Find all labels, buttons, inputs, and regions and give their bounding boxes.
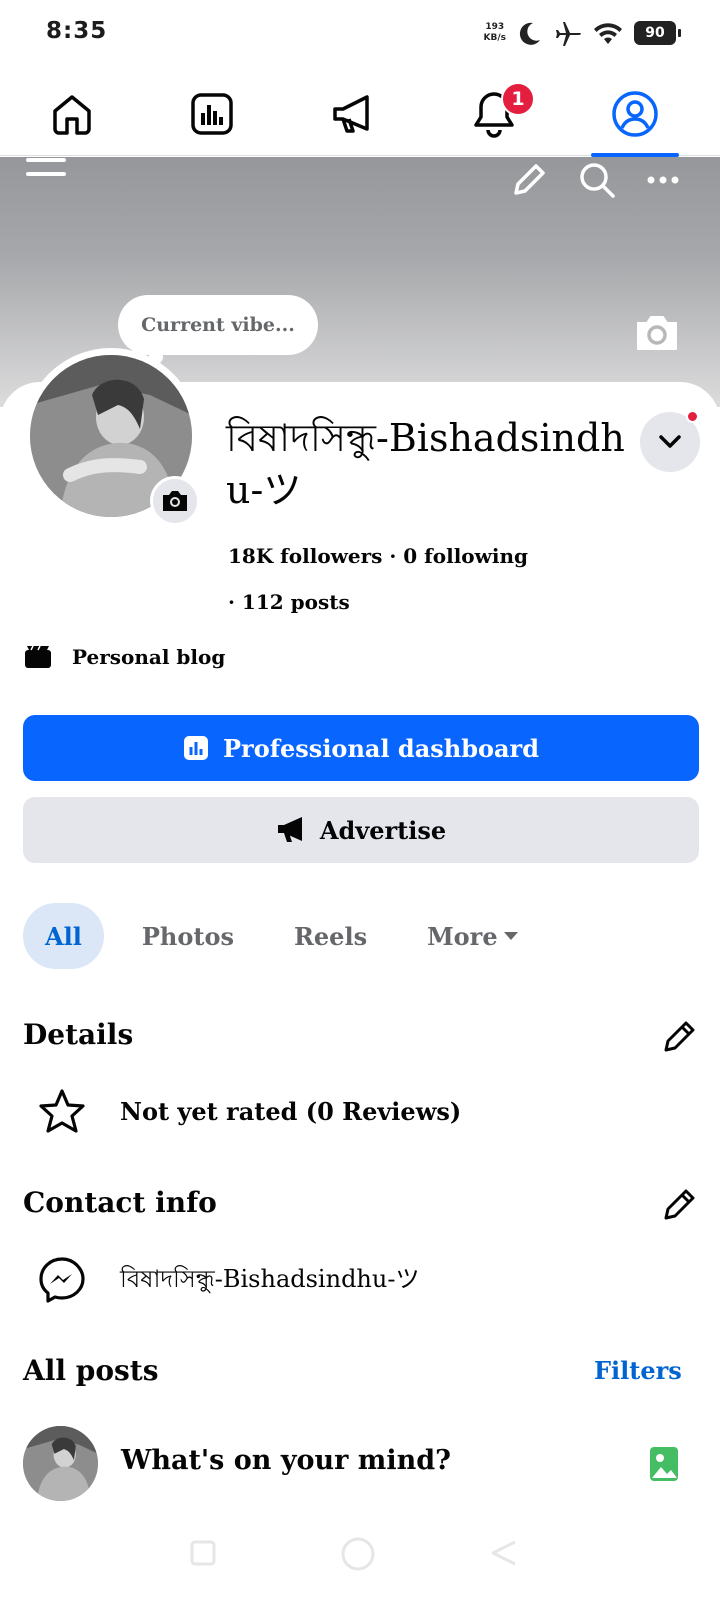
composer-input[interactable]: What's on your mind? xyxy=(121,1445,451,1476)
composer-avatar[interactable] xyxy=(23,1426,98,1501)
search-icon[interactable] xyxy=(578,161,616,199)
status-icons: 193 KB/s 90 xyxy=(483,16,681,50)
home-button-icon[interactable] xyxy=(340,1536,376,1572)
advertise-button[interactable]: Advertise xyxy=(23,797,699,863)
recents-icon[interactable] xyxy=(190,1540,216,1566)
followers-following[interactable]: 18K followers · 0 following xyxy=(228,533,528,579)
filters-link[interactable]: Filters xyxy=(594,1356,682,1385)
contact-info-title: Contact info xyxy=(23,1186,217,1219)
camera-icon xyxy=(163,491,187,511)
dropdown-alert-dot xyxy=(686,410,699,423)
wifi-icon xyxy=(594,23,622,44)
back-icon[interactable] xyxy=(490,1540,518,1566)
star-icon xyxy=(39,1089,85,1133)
avatar-photo xyxy=(23,1426,98,1501)
profile-name: বিষাদসিন্ধু-Bishadsindhu-ツ xyxy=(226,416,625,512)
nav-insights[interactable] xyxy=(162,72,262,156)
details-title: Details xyxy=(23,1018,134,1051)
pencil-icon[interactable] xyxy=(510,161,548,199)
rating-text: Not yet rated (0 Reviews) xyxy=(120,1096,462,1126)
menu-icon[interactable] xyxy=(26,157,66,179)
insights-icon xyxy=(184,736,208,760)
profile-category: Personal blog xyxy=(24,645,225,669)
top-navigation: 1 xyxy=(0,72,720,157)
category-label: Personal blog xyxy=(72,645,226,669)
posts-count: · 112 posts xyxy=(228,590,350,614)
pencil-icon[interactable] xyxy=(662,1186,698,1222)
cover-actions xyxy=(510,161,680,199)
system-navigation-bar xyxy=(0,1530,720,1600)
advertise-label: Advertise xyxy=(319,815,447,845)
megaphone-icon xyxy=(333,95,369,133)
rating-row[interactable]: Not yet rated (0 Reviews) xyxy=(38,1088,461,1134)
professional-dashboard-label: Professional dashboard xyxy=(223,733,539,763)
nav-home[interactable] xyxy=(22,72,122,156)
tab-photos[interactable]: Photos xyxy=(120,903,256,969)
battery-icon: 90 xyxy=(634,21,681,45)
photo-icon[interactable] xyxy=(649,1446,679,1482)
nav-profile[interactable] xyxy=(585,72,685,157)
caret-down-icon xyxy=(503,932,518,940)
status-bar: 8:35 193 KB/s 90 xyxy=(0,0,720,68)
avatar-camera-button[interactable] xyxy=(150,476,200,526)
moon-icon xyxy=(519,22,540,45)
home-icon xyxy=(53,95,91,135)
messenger-icon xyxy=(39,1257,85,1303)
chevron-down-icon xyxy=(659,435,681,448)
all-posts-title: All posts xyxy=(23,1354,159,1387)
pencil-icon[interactable] xyxy=(662,1018,698,1054)
notification-badge: 1 xyxy=(501,82,535,116)
airplane-icon xyxy=(556,22,581,46)
megaphone-icon xyxy=(277,817,302,842)
camera-icon[interactable] xyxy=(634,313,680,353)
nav-ads[interactable] xyxy=(303,72,403,156)
status-time: 8:35 xyxy=(46,18,108,44)
more-icon[interactable] xyxy=(646,175,680,185)
note-bubble[interactable]: Current vibe... xyxy=(118,295,318,355)
tab-more-label: More xyxy=(427,921,498,951)
tab-all[interactable]: All xyxy=(23,903,104,969)
professional-dashboard-button[interactable]: Professional dashboard xyxy=(23,715,699,781)
nav-notifications[interactable]: 1 xyxy=(444,72,544,156)
tab-reels[interactable]: Reels xyxy=(272,903,389,969)
profile-stats: 18K followers · 0 following · 112 posts xyxy=(228,533,528,625)
clapperboard-icon xyxy=(25,645,51,668)
network-speed: 193 KB/s xyxy=(483,22,506,43)
messenger-row[interactable]: বিষাদসিন্ধু-Bishadsindhu-ツ xyxy=(38,1256,419,1304)
profile-icon xyxy=(612,91,658,137)
tab-more[interactable]: More xyxy=(405,903,542,969)
insights-icon xyxy=(191,93,233,135)
profile-tabs: All Photos Reels More xyxy=(23,903,542,969)
messenger-name: বিষাদসিন্ধু-Bishadsindhu-ツ xyxy=(120,1265,420,1293)
